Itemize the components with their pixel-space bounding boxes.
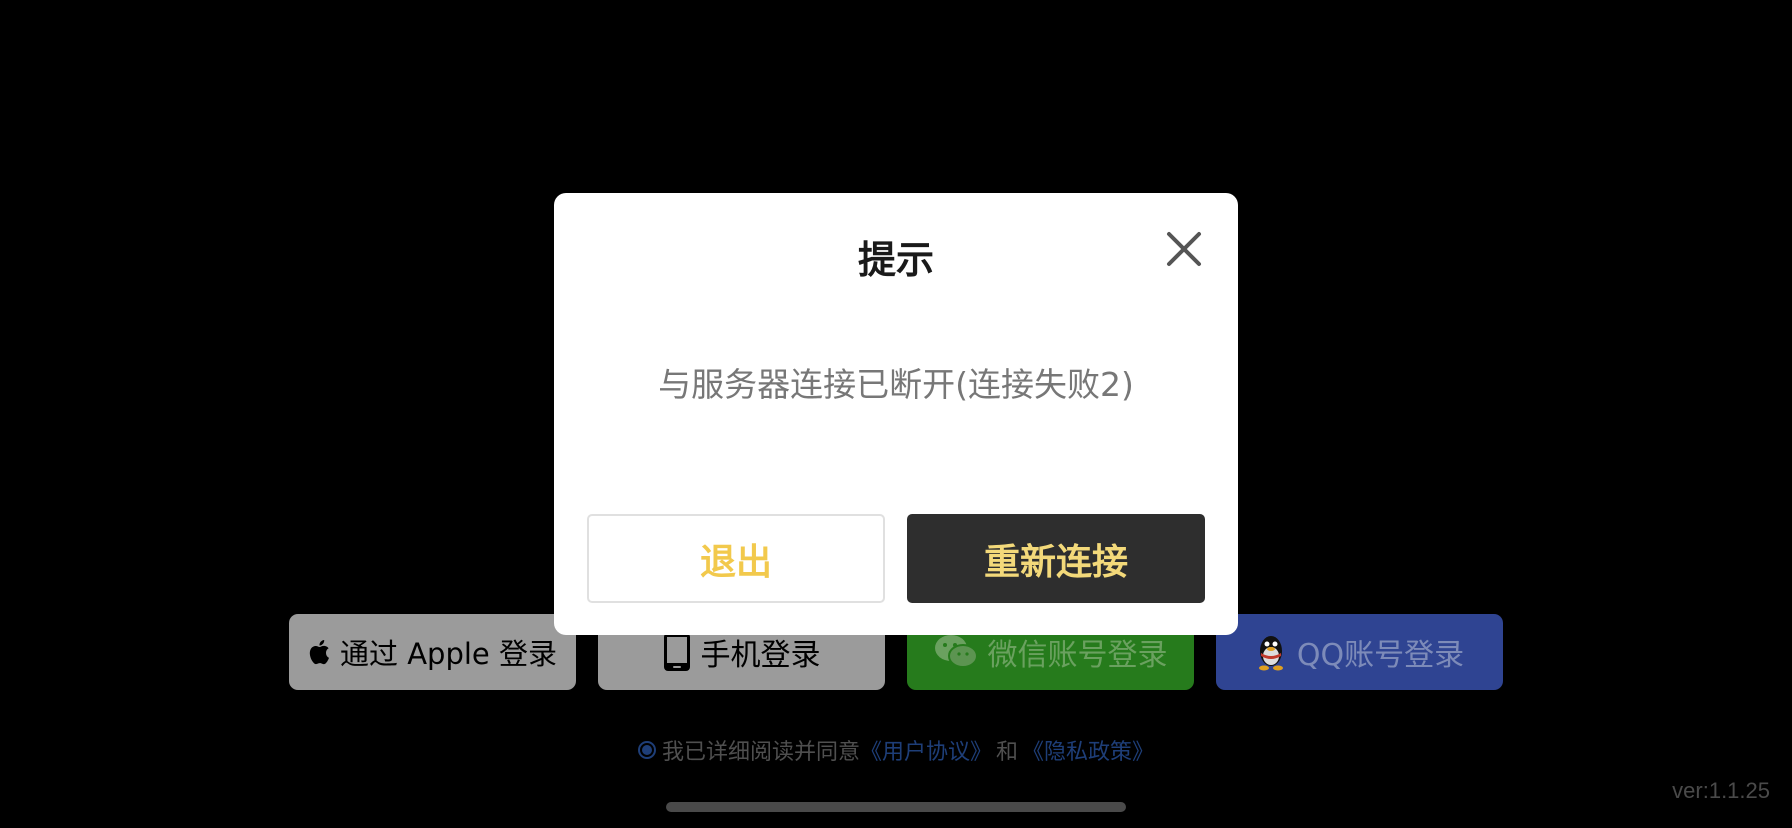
agreement-and: 和 [996,740,1019,765]
version-label: ver:1.1.25 [1672,778,1770,803]
login-screen: 通过 Apple 登录 手机登录 微信账号登录 QQ账号登录 我已详细阅读并同意… [0,0,1792,828]
close-icon [1167,232,1201,266]
exit-button-label: 退出 [699,541,772,583]
apple-login-label: 通过 Apple 登录 [340,637,557,671]
wechat-login-label: 微信账号登录 [987,638,1168,673]
apple-login-button[interactable]: 通过 Apple 登录 [289,614,576,690]
wechat-icon [934,634,978,670]
close-button[interactable] [1164,229,1204,269]
dialog-message: 与服务器连接已断开(连接失败2) [658,365,1134,404]
apple-icon [308,639,330,665]
phone-icon [663,632,691,672]
agreement-prefix: 我已详细阅读并同意 [661,740,860,765]
phone-login-label: 手机登录 [700,638,821,673]
agreement-radio[interactable] [637,741,656,759]
exit-button[interactable]: 退出 [587,514,885,603]
agreement-line: 我已详细阅读并同意 《用户协议》 和 《隐私政策》 [0,734,1792,766]
reconnect-button[interactable]: 重新连接 [907,514,1205,603]
qq-login-label: QQ账号登录 [1296,638,1465,673]
qq-login-button[interactable]: QQ账号登录 [1216,614,1503,690]
user-agreement-link[interactable]: 《用户协议》 [860,734,992,766]
qq-penguin-icon [1255,633,1287,671]
home-indicator[interactable] [666,802,1126,812]
connection-dialog: 提示 与服务器连接已断开(连接失败2) 退出 重新连接 [554,193,1238,635]
dialog-title: 提示 [857,238,934,282]
privacy-policy-link[interactable]: 《隐私政策》 [1022,734,1154,766]
reconnect-button-label: 重新连接 [983,541,1128,583]
